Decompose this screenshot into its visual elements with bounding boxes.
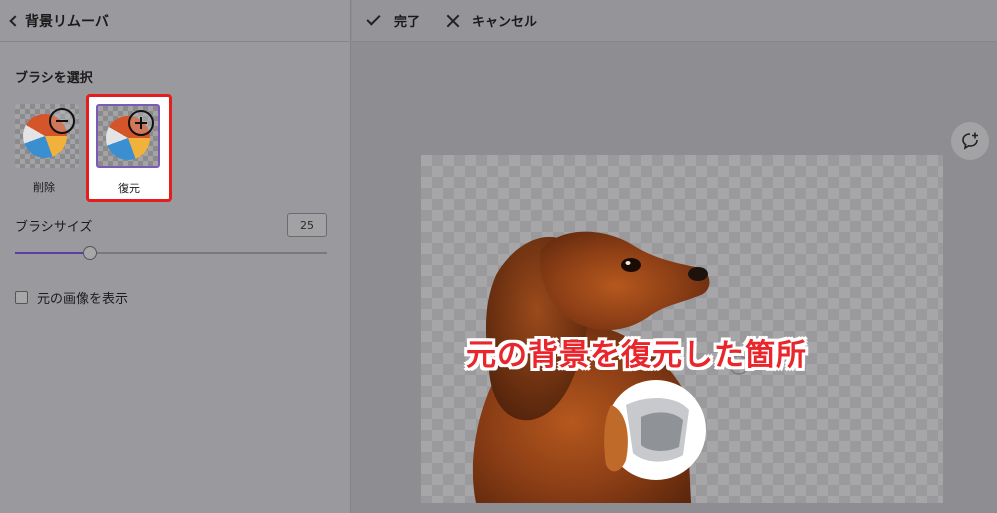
show-original-toggle[interactable]: 元の画像を表示 xyxy=(15,288,128,307)
show-original-checkbox[interactable] xyxy=(15,291,28,304)
top-toolbar: 完了 キャンセル xyxy=(352,0,997,42)
left-panel: 背景リムーバ ブラシを選択 削除 復元 ブラシサイズ 25 元の画像を表示 xyxy=(0,0,351,513)
show-original-label: 元の画像を表示 xyxy=(37,292,129,307)
back-button[interactable]: 背景リムーバ xyxy=(0,0,351,42)
brush-size-label: ブラシサイズ xyxy=(15,220,93,235)
done-button[interactable]: 完了 xyxy=(366,11,421,30)
slider-handle[interactable] xyxy=(82,246,97,260)
cancel-label: キャンセル xyxy=(472,15,538,30)
comment-add-icon xyxy=(962,132,978,150)
brush-size-slider[interactable] xyxy=(15,246,327,260)
brush-restore-button[interactable] xyxy=(96,104,160,168)
brush-restore-highlight: 復元 xyxy=(86,94,172,202)
brush-delete-button[interactable] xyxy=(15,104,79,168)
close-icon xyxy=(446,14,460,28)
done-label: 完了 xyxy=(394,15,421,30)
editing-canvas[interactable] xyxy=(421,155,943,503)
panel-title: 背景リムーバ xyxy=(25,13,109,30)
brush-section-title: ブラシを選択 xyxy=(15,71,93,86)
brush-restore-label: 復元 xyxy=(118,182,140,195)
brush-delete-label: 削除 xyxy=(33,181,55,194)
slider-fill xyxy=(15,252,90,254)
chevron-left-icon xyxy=(9,14,21,27)
dog-photo xyxy=(472,231,749,503)
brush-size-input[interactable]: 25 xyxy=(287,213,327,237)
check-icon xyxy=(366,11,381,26)
plus-icon xyxy=(128,110,154,136)
restored-area-annotation: 元の背景を復元した箇所 xyxy=(466,338,807,373)
minus-icon xyxy=(49,108,75,134)
add-comment-button[interactable] xyxy=(951,122,989,160)
cancel-button[interactable]: キャンセル xyxy=(446,11,537,30)
